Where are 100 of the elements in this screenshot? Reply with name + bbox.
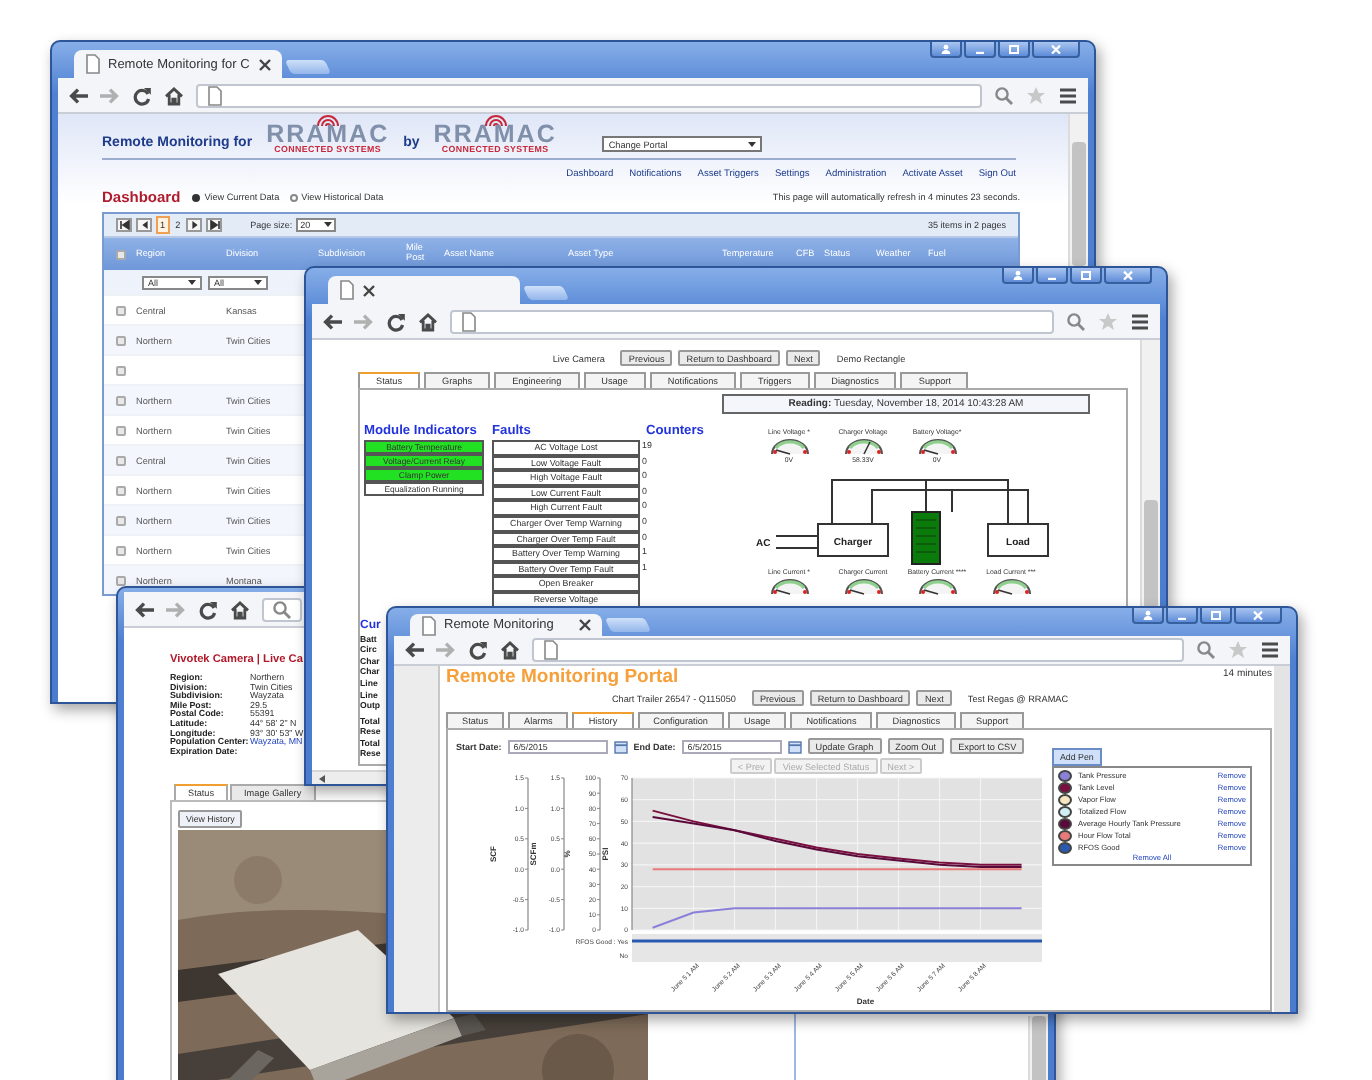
search-icon[interactable]	[1196, 640, 1216, 660]
address-field[interactable]	[450, 309, 1054, 333]
calendar-icon[interactable]	[613, 739, 628, 753]
close-icon	[1122, 269, 1134, 281]
portal-title: Remote Monitoring Portal	[446, 668, 679, 688]
profile-button[interactable]	[1132, 608, 1164, 624]
last-page-button[interactable]	[206, 218, 223, 232]
address-field[interactable]	[262, 597, 302, 621]
address-field[interactable]	[196, 83, 982, 107]
logo-text: RRAMAC	[433, 124, 557, 144]
maximize-button[interactable]	[1070, 268, 1102, 284]
page-icon	[338, 280, 354, 300]
reload-icon[interactable]	[386, 311, 406, 331]
star-icon[interactable]	[1228, 640, 1248, 660]
new-tab-button[interactable]	[522, 286, 570, 300]
close-button[interactable]	[1234, 608, 1282, 624]
caret-icon	[324, 222, 333, 228]
page-icon	[206, 85, 222, 105]
menu-icon[interactable]	[1260, 640, 1280, 660]
star-icon[interactable]	[1026, 85, 1046, 105]
next-page-button[interactable]	[186, 218, 203, 232]
back-icon[interactable]	[68, 85, 88, 105]
back-icon[interactable]	[322, 311, 342, 331]
maximize-icon	[1080, 269, 1092, 281]
radio-button[interactable]	[192, 193, 201, 201]
page-icon	[460, 311, 476, 331]
person-icon	[940, 43, 952, 55]
reload-icon[interactable]	[132, 85, 152, 105]
maximize-button[interactable]	[998, 42, 1030, 58]
scrollbar-thumb[interactable]	[1144, 500, 1158, 608]
previous-page-icon	[139, 220, 149, 230]
row-checkbox[interactable]	[116, 305, 126, 315]
back-icon[interactable]	[404, 640, 424, 660]
minimize-button[interactable]	[1166, 608, 1198, 624]
scrollbar[interactable]	[1068, 114, 1088, 266]
previous-page-button[interactable]	[136, 218, 152, 232]
gauge-icon	[915, 576, 959, 596]
scroll-left-icon	[318, 773, 326, 783]
close-icon	[1252, 609, 1264, 621]
header-checkbox[interactable]	[116, 249, 126, 259]
gauge-icon	[841, 576, 885, 596]
scrollbar[interactable]	[1140, 340, 1160, 608]
search-icon[interactable]	[1066, 311, 1086, 331]
home-icon[interactable]	[230, 599, 250, 619]
gauge-icon	[989, 576, 1033, 596]
close-button[interactable]	[1032, 42, 1080, 58]
close-icon	[578, 618, 592, 632]
last-page-icon	[209, 220, 220, 230]
first-page-button[interactable]	[116, 218, 132, 232]
close-button[interactable]	[1104, 268, 1152, 284]
reload-icon[interactable]	[468, 640, 488, 660]
forward-icon[interactable]	[354, 311, 374, 331]
forward-icon[interactable]	[100, 85, 120, 105]
row-checkbox[interactable]	[116, 575, 126, 585]
person-icon	[1142, 609, 1154, 621]
caret-icon	[254, 279, 262, 285]
gauge-icon	[767, 436, 811, 456]
forward-icon[interactable]	[436, 640, 456, 660]
profile-button[interactable]	[1002, 268, 1034, 284]
row-checkbox[interactable]	[116, 365, 126, 375]
first-page-icon	[119, 220, 129, 230]
scrollbar-thumb[interactable]	[1072, 142, 1086, 266]
minimize-button[interactable]	[1036, 268, 1068, 284]
new-tab-button[interactable]	[284, 60, 331, 74]
home-icon[interactable]	[164, 85, 184, 105]
address-field[interactable]	[532, 638, 1184, 662]
logo-text: RRAMAC	[266, 124, 390, 144]
battery-icon	[911, 511, 941, 565]
search-icon[interactable]	[994, 85, 1014, 105]
row-checkbox[interactable]	[116, 455, 126, 465]
caret-icon	[748, 141, 757, 147]
row-checkbox[interactable]	[116, 335, 126, 345]
gauge-icon	[767, 576, 811, 596]
forward-icon[interactable]	[166, 599, 186, 619]
maximize-icon	[1210, 609, 1222, 621]
menu-icon[interactable]	[1058, 85, 1078, 105]
minimize-button[interactable]	[964, 42, 996, 58]
close-icon	[1050, 43, 1062, 55]
row-checkbox[interactable]	[116, 485, 126, 495]
maximize-button[interactable]	[1200, 608, 1232, 624]
row-checkbox[interactable]	[116, 545, 126, 555]
search-icon	[272, 599, 292, 619]
profile-button[interactable]	[930, 42, 962, 58]
row-checkbox[interactable]	[116, 515, 126, 525]
signal-icon	[483, 114, 508, 126]
row-checkbox[interactable]	[116, 395, 126, 405]
menu-icon[interactable]	[1130, 311, 1150, 331]
star-icon[interactable]	[1098, 311, 1118, 331]
home-icon[interactable]	[418, 311, 438, 331]
home-icon[interactable]	[500, 640, 520, 660]
scrollbar[interactable]	[1274, 666, 1290, 1012]
reload-icon[interactable]	[198, 599, 218, 619]
radio-button[interactable]	[289, 193, 298, 201]
person-icon	[1012, 269, 1024, 281]
gauge-icon	[915, 436, 959, 456]
scrollbar[interactable]	[312, 770, 388, 784]
row-checkbox[interactable]	[116, 425, 126, 435]
new-tab-button[interactable]	[604, 618, 652, 632]
calendar-icon[interactable]	[787, 739, 802, 753]
back-icon[interactable]	[134, 599, 154, 619]
